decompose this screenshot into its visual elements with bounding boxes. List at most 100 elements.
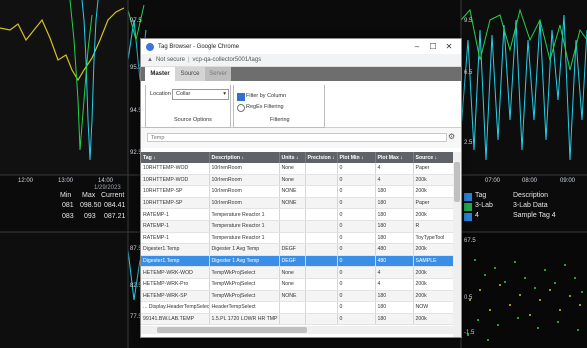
right-table-description: 3-Lab Data (513, 202, 548, 209)
location-select[interactable]: Collar ▾ (172, 89, 229, 100)
column-header-tag[interactable]: Tag ↓ (141, 152, 210, 163)
cell-plot-max: 4 (375, 174, 414, 187)
table-row[interactable]: RATEMP-1 Temperature Reactor 1 0 180 200k (141, 208, 454, 221)
top-right-trend (460, 0, 587, 175)
cell-tag: Digester1.Temp (141, 255, 210, 268)
cell-units: NONE (279, 185, 306, 198)
cell-units (279, 208, 306, 221)
vertical-scrollbar[interactable] (453, 152, 461, 337)
horizontal-scroll-thumb[interactable] (157, 327, 307, 333)
cell-precision (305, 208, 338, 221)
table-row[interactable]: Digester1.Temp Digester 1 Avg Temp DEGF 0 48… (141, 243, 454, 256)
column-header-plot-min[interactable]: Plot Min ↓ (337, 152, 376, 163)
cell-units: None (279, 266, 306, 279)
cell-tag: 10RHTTEMP-SP (141, 197, 210, 210)
regex-filtering-label: RegEx Filtering (246, 104, 284, 110)
right-table-header-description: Description (513, 192, 549, 199)
table-row[interactable]: HETEMP-WRK-WOD TempWkProjSelect None 0 4 200k (141, 266, 454, 279)
table-row-selected[interactable]: Digester1.Temp Digester 1 Avg Temp DEGF 0 48… (141, 255, 454, 268)
cell-tag: HETEMP-WRK-Pro (141, 278, 210, 291)
cell-source: 200k (413, 278, 454, 291)
left-table-min: 081 (62, 202, 74, 209)
maximize-button[interactable]: ☐ (425, 39, 441, 54)
cell-source: Paper (413, 197, 454, 210)
table-row[interactable]: 10RHTTEMP-WOD 10rIrenRoom None 0 4 200k (141, 174, 454, 187)
settings-icon[interactable]: ⚙ (448, 132, 455, 141)
cell-precision (305, 301, 338, 314)
column-header-units[interactable]: Units ↓ (279, 152, 306, 163)
location-label: Location (150, 91, 171, 97)
tab-source[interactable]: Source (175, 67, 205, 81)
cell-description: Temperature Reactor 1 (209, 208, 280, 221)
cell-plot-max: 180 (375, 185, 414, 198)
row-color-swatch (464, 203, 472, 211)
y-label: 9.5 (464, 18, 473, 24)
cell-source: 200k (413, 243, 454, 256)
filtering-label: Filtering (270, 117, 290, 123)
address-bar[interactable]: ▲ Not secure | vcp-qa-collector5001/tags (141, 54, 461, 67)
y-label: 0.5 (464, 295, 473, 301)
column-header-plot-max[interactable]: Plot Max ↓ (375, 152, 414, 163)
table-row[interactable]: 10RHTTEMP-SP 10rIrenRoom NONE 0 180 Paper (141, 197, 454, 210)
right-axis-time-0: 07:00 (485, 178, 501, 184)
filtering-group: Filter by Column RegEx Filtering Filteri… (233, 85, 325, 128)
cell-precision (305, 313, 338, 326)
filter-input[interactable]: Temp (147, 133, 447, 142)
not-secure-label: Not secure (155, 57, 185, 63)
cell-description: Temperature Reactor 1 (209, 220, 280, 233)
url-text[interactable]: vcp-qa-collector5001/tags (193, 57, 262, 63)
cell-plot-min: 0 (337, 243, 376, 256)
table-row[interactable]: 10RHTTEMP-SP 10rIrenRoom NONE 0 180 200k (141, 185, 454, 198)
cell-units: DEGF (279, 255, 306, 268)
close-button[interactable]: ✕ (441, 39, 457, 54)
column-header-description[interactable]: Description ↓ (209, 152, 280, 163)
cell-plot-min: 0 (337, 301, 376, 314)
vertical-scroll-thumb[interactable] (454, 162, 460, 202)
cell-tag: RATEMP-1 (141, 220, 210, 233)
table-row[interactable]: RATEMP-1 Temperature Reactor 1 0 180 R (141, 220, 454, 233)
cell-units (279, 313, 306, 326)
table-row[interactable]: HETEMP-WRK-SP TempWkProjSelect NONE 0 180 200… (141, 290, 454, 303)
right-axis-time-2: 09:00 (560, 178, 576, 184)
top-left-trend (0, 0, 128, 175)
cell-plot-max: 180 (375, 313, 414, 326)
cell-source: ToyTypeTool (413, 232, 454, 245)
cell-plot-max: 4 (375, 163, 414, 175)
table-row[interactable]: 99141.BW.LAB.TEMP 1.5.PL 1720 LOWR HR TMP… (141, 313, 454, 326)
left-table-header-current: Current (101, 192, 125, 199)
filter-bar: Temp ⚙ (141, 128, 461, 148)
cell-plot-max: 480 (375, 255, 414, 268)
tag-browser-window[interactable]: Tag Browser - Google Chrome – ☐ ✕ ▲ Not … (140, 38, 462, 338)
horizontal-scrollbar[interactable] (141, 326, 453, 334)
y-label: 2.5 (464, 140, 473, 146)
window-titlebar[interactable]: Tag Browser - Google Chrome – ☐ ✕ (141, 39, 461, 54)
cell-description: TempWkProjSelect (209, 278, 280, 291)
table-row[interactable]: 10RHTTEMP-WOD 10rIrenRoom None 0 4 Paper (141, 163, 454, 175)
cell-plot-max: 4 (375, 266, 414, 279)
cell-units: None (279, 174, 306, 187)
table-row[interactable]: ... Display.HeaderTempSelect HeaderTempSe… (141, 301, 454, 314)
column-header-precision[interactable]: Precision ↓ (305, 152, 338, 163)
cell-plot-max: 180 (375, 220, 414, 233)
tab-server[interactable]: Server (205, 67, 231, 81)
warning-icon: ▲ (147, 57, 153, 63)
cell-units: NONE (279, 290, 306, 303)
tab-master[interactable]: Master (145, 67, 175, 81)
column-header-source[interactable]: Source ↓ (413, 152, 454, 163)
left-axis-time-2: 14:00 (98, 178, 114, 184)
cell-units (279, 220, 306, 233)
table-row[interactable]: RATEMP-1 Temperature Reactor 1 0 180 ToyType… (141, 232, 454, 245)
cell-tag: HETEMP-WRK-SP (141, 290, 210, 303)
filter-by-column-checkbox[interactable] (237, 93, 245, 101)
cell-source: NOW (413, 301, 454, 314)
minimize-button[interactable]: – (409, 39, 425, 54)
cell-tag: HETEMP-WRK-WOD (141, 266, 210, 279)
table-row[interactable]: HETEMP-WRK-Pro TempWkProjSelect None 0 4 200k (141, 278, 454, 291)
cell-tag: RATEMP-1 (141, 232, 210, 245)
bottom-right-scatter (461, 232, 587, 348)
regex-filtering-radio[interactable] (237, 104, 245, 112)
cell-plot-min: 0 (337, 255, 376, 268)
cell-description: Digester 1 Avg Temp (209, 243, 280, 256)
right-table-tag: 4 (475, 212, 479, 219)
y-label: -1.5 (464, 330, 475, 336)
